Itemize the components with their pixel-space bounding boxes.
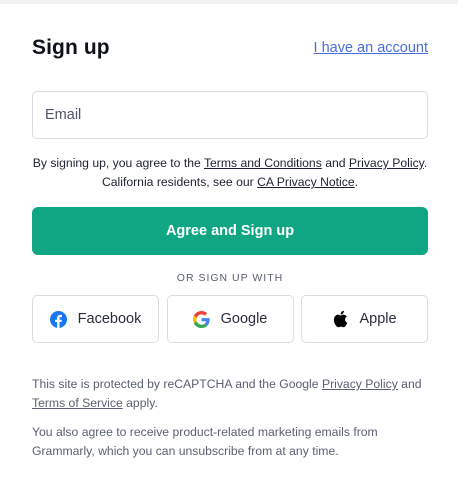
google-terms-link[interactable]: Terms of Service <box>32 396 123 410</box>
legal-and: and <box>321 156 349 170</box>
recaptcha-and: and <box>397 377 422 391</box>
marketing-notice: You also agree to receive product-relate… <box>32 425 378 458</box>
social-divider: OR SIGN UP WITH <box>176 272 284 284</box>
legal-suffix: . <box>354 175 359 189</box>
social-buttons: Facebook Google Apple <box>32 295 428 343</box>
facebook-icon <box>49 310 67 328</box>
email-field[interactable] <box>32 91 428 139</box>
google-label: Google <box>220 311 268 327</box>
google-icon <box>192 310 210 328</box>
recaptcha-prefix: This site is protected by reCAPTCHA and … <box>32 377 322 391</box>
apple-button[interactable]: Apple <box>301 295 428 343</box>
page-title: Sign up <box>32 36 110 59</box>
facebook-button[interactable]: Facebook <box>32 295 159 343</box>
signup-card: Sign up I have an account By signing up,… <box>0 0 458 487</box>
top-strip <box>0 0 458 4</box>
facebook-label: Facebook <box>77 311 142 327</box>
google-privacy-link[interactable]: Privacy Policy <box>322 377 398 391</box>
ca-privacy-link[interactable]: CA Privacy Notice <box>257 175 355 189</box>
login-link[interactable]: I have an account <box>314 40 428 56</box>
apple-icon <box>332 310 348 328</box>
agree-signup-button[interactable]: Agree and Sign up <box>32 207 428 255</box>
apple-label: Apple <box>359 311 397 327</box>
legal-text: By signing up, you agree to the Terms an… <box>32 154 428 192</box>
recaptcha-suffix: apply. <box>122 395 158 410</box>
privacy-link[interactable]: Privacy Policy <box>349 156 424 170</box>
legal-prefix: By signing up, you agree to the <box>32 156 204 170</box>
google-button[interactable]: Google <box>166 295 294 343</box>
terms-link[interactable]: Terms and Conditions <box>204 156 322 170</box>
header: Sign up I have an account <box>32 36 428 60</box>
recaptcha-notice: This site is protected by reCAPTCHA and … <box>32 375 428 412</box>
